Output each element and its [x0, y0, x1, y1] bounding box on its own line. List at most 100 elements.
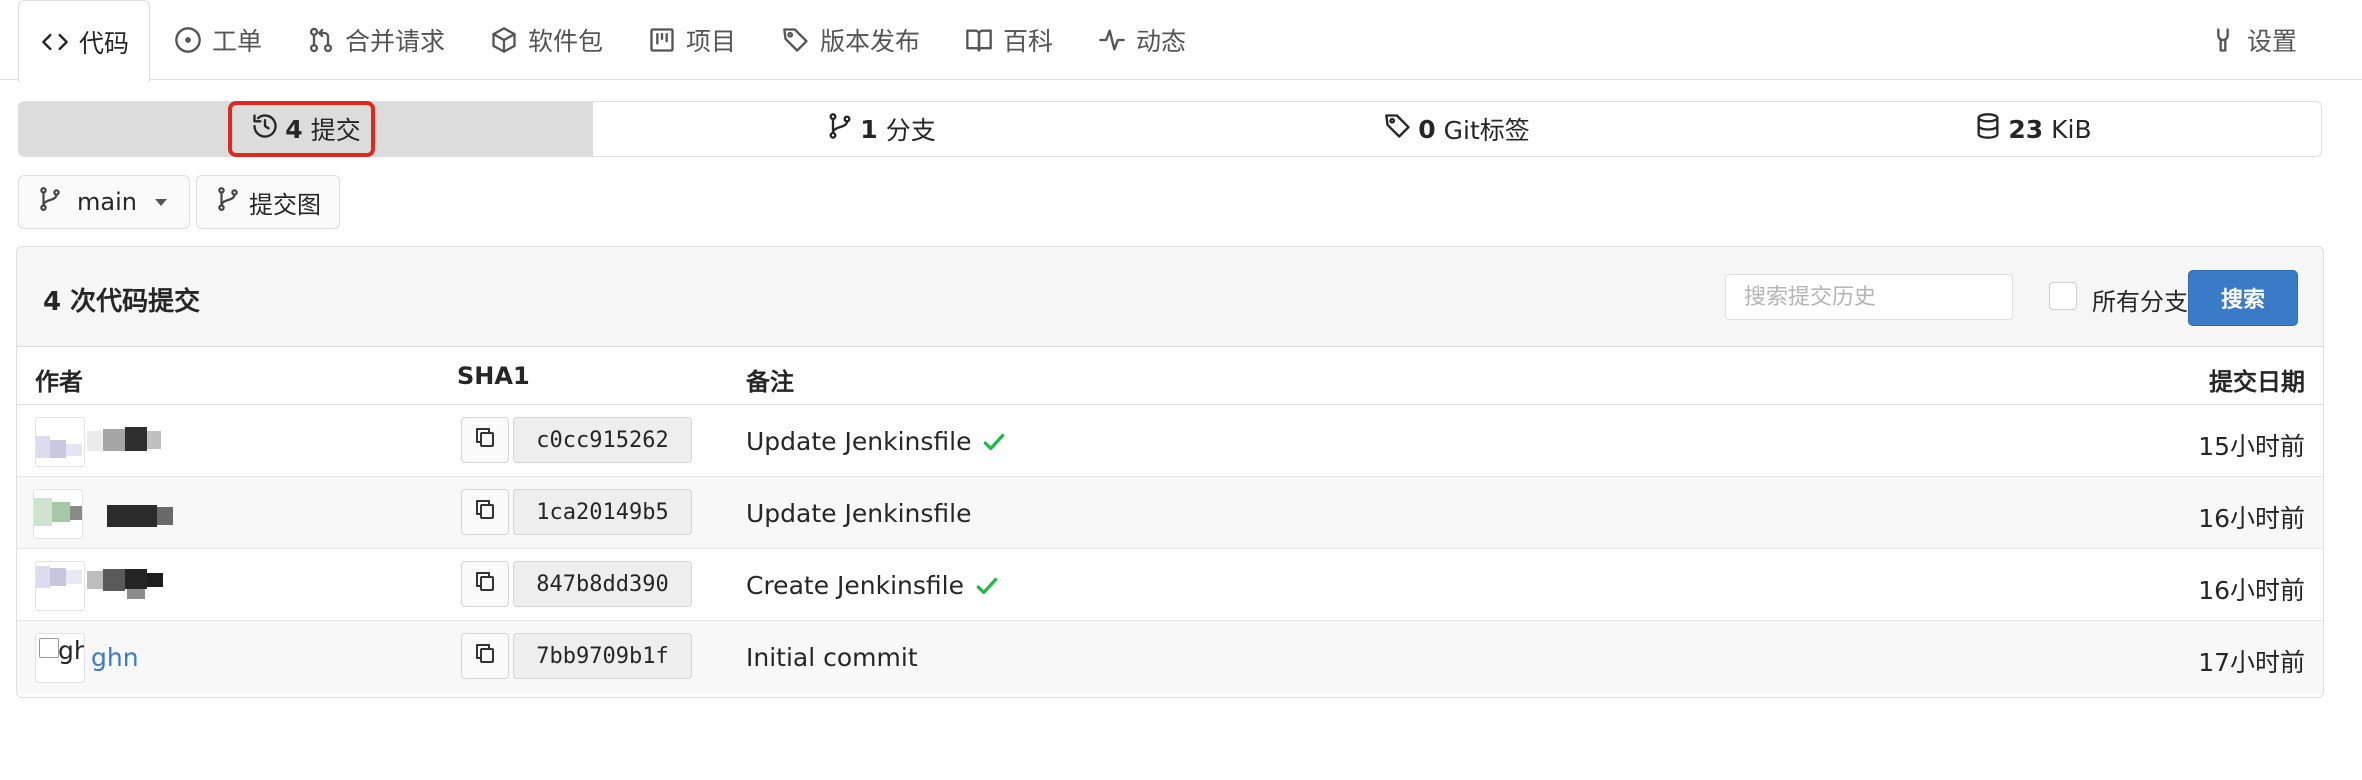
author-name-redacted[interactable] — [87, 497, 197, 531]
tags-stat[interactable]: 0 Git标签 — [1169, 102, 1745, 156]
tags-label: Git标签 — [1443, 116, 1530, 145]
search-button[interactable]: 搜索 — [2188, 270, 2298, 326]
tab-label: 合并请求 — [345, 27, 446, 56]
commit-message-link[interactable]: Update Jenkinsfile — [746, 499, 971, 528]
commit-sha-link[interactable]: 847b8dd390 — [513, 561, 692, 607]
commit-search-input[interactable] — [1725, 274, 2013, 320]
branches-stat[interactable]: 1 分支 — [593, 102, 1169, 156]
tag-icon — [1384, 112, 1418, 146]
pull-request-icon — [305, 24, 337, 56]
tab-issues[interactable]: 工单 — [172, 0, 262, 80]
tab-label: 版本发布 — [820, 27, 921, 56]
copy-icon — [473, 425, 497, 455]
branch-name: main — [77, 188, 137, 216]
copy-icon — [473, 641, 497, 671]
project-icon — [646, 24, 678, 56]
tab-activity[interactable]: 动态 — [1096, 0, 1186, 80]
commit-sha-link[interactable]: 1ca20149b5 — [513, 489, 692, 535]
history-icon — [251, 112, 285, 146]
broken-image-icon — [39, 638, 59, 658]
table-row: gh ghn 7bb9709b1f Initial commit 17小时前 — [17, 621, 2323, 693]
author-name-redacted[interactable] — [87, 425, 197, 459]
caret-down-icon — [154, 198, 167, 206]
check-icon — [974, 573, 1000, 599]
repo-tab-bar: 代码 工单 合并请求 软件包 项目 版本发布 百科 动态 设置 — [0, 0, 2362, 82]
commit-sha-link[interactable]: 7bb9709b1f — [513, 633, 692, 679]
tab-settings[interactable]: 设置 — [2207, 0, 2297, 80]
branches-label: 分支 — [885, 116, 936, 145]
book-icon — [963, 24, 995, 56]
commit-time: 16小时前 — [2198, 576, 2305, 605]
commits-count: 4 — [285, 114, 303, 144]
copy-sha-button[interactable] — [461, 561, 509, 607]
copy-sha-button[interactable] — [461, 633, 509, 679]
table-row: c0cc915262 Update Jenkinsfile 15小时前 — [17, 405, 2323, 477]
commit-count-title: 4 次代码提交 — [43, 287, 201, 317]
tab-releases[interactable]: 版本发布 — [780, 0, 920, 80]
pulse-icon — [1096, 24, 1128, 56]
avatar[interactable] — [35, 417, 85, 467]
tab-pull-requests[interactable]: 合并请求 — [305, 0, 445, 80]
branch-icon — [37, 186, 63, 218]
database-icon — [1974, 112, 2008, 146]
tab-label: 项目 — [686, 27, 737, 56]
branch-icon — [215, 186, 241, 218]
tab-label: 动态 — [1136, 27, 1187, 56]
author-name-redacted[interactable] — [87, 569, 197, 603]
branches-count: 1 — [860, 114, 878, 144]
tab-label: 工单 — [212, 27, 263, 56]
tab-label: 设置 — [2247, 27, 2298, 56]
all-branches-checkbox[interactable] — [2049, 282, 2077, 310]
avatar-alt-text: gh — [58, 636, 84, 665]
date-column-header: 提交日期 — [2209, 368, 2305, 396]
message-column-header: 备注 — [746, 368, 794, 396]
commit-message: Create Jenkinsfile — [746, 571, 964, 600]
all-branches-label[interactable]: 所有分支 — [2092, 282, 2188, 317]
tab-projects[interactable]: 项目 — [646, 0, 736, 80]
table-row: 1ca20149b5 Update Jenkinsfile 16小时前 — [17, 477, 2323, 549]
package-icon — [488, 24, 520, 56]
tab-wiki[interactable]: 百科 — [963, 0, 1053, 80]
author-column-header: 作者 — [35, 368, 83, 396]
repo-stats-bar: 4 提交 1 分支 0 Git标签 23 KiB — [18, 101, 2322, 157]
tab-label: 百科 — [1003, 27, 1054, 56]
size-count: 23 — [2008, 114, 2044, 144]
commit-sha-link[interactable]: c0cc915262 — [513, 417, 692, 463]
commit-graph-button[interactable]: 提交图 — [196, 175, 340, 229]
commit-message-link[interactable]: Create Jenkinsfile — [746, 571, 1000, 600]
commit-message: Update Jenkinsfile — [746, 427, 972, 456]
commits-stat[interactable]: 4 提交 — [19, 102, 593, 156]
copy-sha-button[interactable] — [461, 489, 509, 535]
commit-graph-label: 提交图 — [249, 190, 321, 219]
commit-time: 17小时前 — [2198, 648, 2305, 677]
code-icon — [39, 26, 71, 58]
column-headers: 作者 SHA1 备注 提交日期 — [17, 347, 2323, 405]
table-row: 847b8dd390 Create Jenkinsfile 16小时前 — [17, 549, 2323, 621]
issue-icon — [172, 24, 204, 56]
tool-icon — [2207, 24, 2239, 56]
tab-label: 软件包 — [528, 27, 604, 56]
sha-column-header: SHA1 — [457, 362, 530, 390]
branch-selector[interactable]: main — [18, 175, 190, 229]
commit-message: Initial commit — [746, 643, 918, 672]
size-stat[interactable]: 23 KiB — [1745, 102, 2321, 156]
tab-packages[interactable]: 软件包 — [488, 0, 603, 80]
tag-icon — [780, 24, 812, 56]
copy-icon — [473, 497, 497, 527]
author-link[interactable]: ghn — [91, 643, 139, 672]
commit-message-link[interactable]: Initial commit — [746, 643, 918, 672]
avatar[interactable] — [33, 489, 83, 539]
avatar[interactable]: gh — [35, 633, 85, 683]
size-label: KiB — [2051, 114, 2092, 144]
commits-table: 4 次代码提交 所有分支 搜索 作者 SHA1 备注 提交日期 c0cc9152… — [16, 246, 2324, 698]
branch-icon — [826, 112, 860, 146]
copy-sha-button[interactable] — [461, 417, 509, 463]
commits-label: 提交 — [310, 116, 361, 145]
tab-code[interactable]: 代码 — [18, 0, 151, 82]
commit-time: 15小时前 — [2198, 432, 2305, 461]
tags-count: 0 — [1418, 114, 1436, 144]
check-icon — [981, 429, 1007, 455]
commit-message-link[interactable]: Update Jenkinsfile — [746, 427, 1007, 456]
avatar[interactable] — [35, 561, 85, 611]
tab-label: 代码 — [79, 28, 130, 58]
